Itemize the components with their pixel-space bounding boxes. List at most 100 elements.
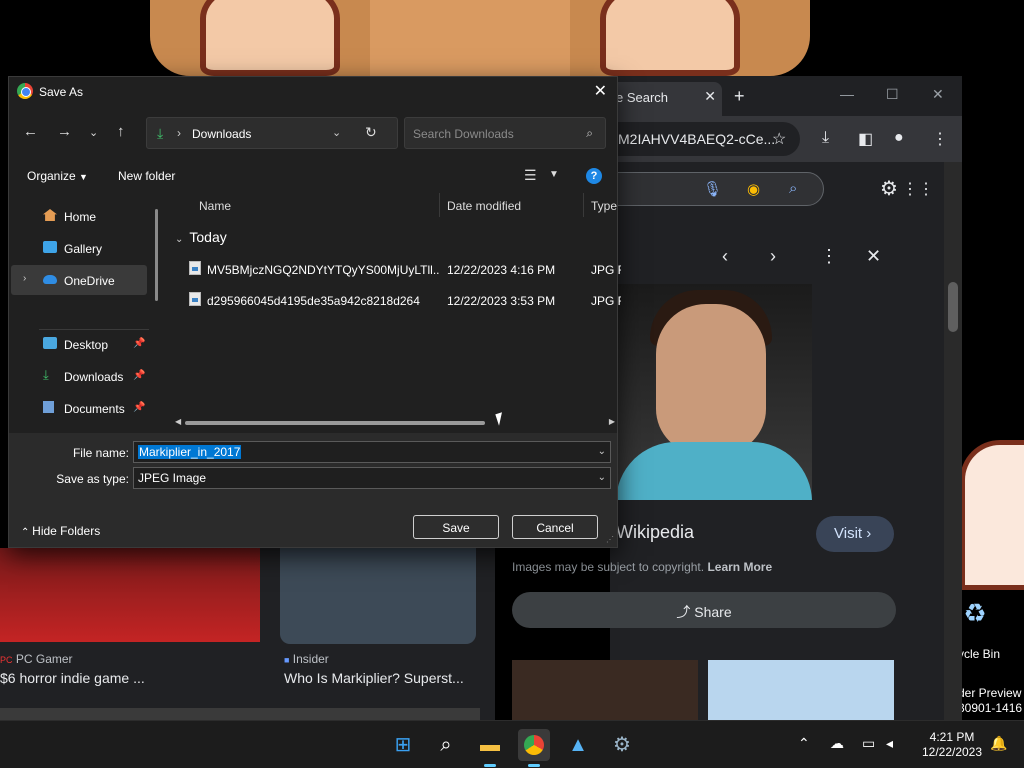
back-arrow-icon[interactable]: ← bbox=[23, 123, 38, 140]
learn-more-link[interactable]: Learn More bbox=[707, 560, 772, 574]
scrollbar-thumb[interactable] bbox=[185, 421, 485, 425]
tab-close-icon[interactable]: ✕ bbox=[704, 88, 716, 105]
profile-icon[interactable]: ● bbox=[894, 129, 904, 147]
settings-gear-icon[interactable]: ⚙ bbox=[606, 729, 638, 761]
sidebar-item-onedrive[interactable]: › OneDrive bbox=[11, 265, 147, 295]
cancel-button[interactable]: Cancel bbox=[512, 515, 598, 539]
apps-grid-icon[interactable]: ⋮⋮ bbox=[902, 179, 934, 199]
tab-google-search[interactable]: e Search ✕ bbox=[610, 82, 722, 116]
recycle-bin-label[interactable]: ycle Bin bbox=[958, 647, 1000, 661]
settings-gear-icon[interactable]: ⚙ bbox=[880, 176, 898, 201]
forward-arrow-icon[interactable]: → bbox=[57, 123, 72, 140]
bookmark-star-icon[interactable]: ☆ bbox=[772, 129, 786, 149]
help-icon[interactable]: ? bbox=[586, 168, 602, 184]
related-image[interactable] bbox=[512, 660, 698, 720]
recycle-bin-icon[interactable]: ♻ bbox=[958, 598, 992, 634]
new-tab-icon[interactable]: + bbox=[734, 86, 745, 107]
column-header-name[interactable]: Name bbox=[199, 199, 231, 213]
page-scrollbar[interactable] bbox=[944, 162, 962, 720]
maximize-icon[interactable]: ☐ bbox=[886, 86, 899, 103]
sidebar-item-downloads[interactable]: ⤓ Downloads 📌 bbox=[11, 361, 147, 391]
lens-icon[interactable]: ◉ bbox=[747, 180, 760, 198]
breadcrumb-folder[interactable]: Downloads bbox=[192, 127, 251, 141]
onedrive-icon[interactable]: ☁ bbox=[830, 735, 844, 752]
resize-grip-icon[interactable]: ⋰ bbox=[606, 535, 614, 544]
chevron-up-icon[interactable]: ⌃ bbox=[798, 735, 810, 752]
search-icon[interactable]: ⌕ bbox=[789, 180, 797, 197]
chevron-down-icon[interactable]: ▼ bbox=[549, 169, 559, 180]
file-row[interactable]: d295966045d4195de35a942c8218d264 12/22/2… bbox=[187, 288, 627, 312]
scroll-left-icon[interactable]: ◀ bbox=[175, 417, 181, 426]
file-explorer-icon[interactable]: ▬ bbox=[474, 729, 506, 767]
expand-icon[interactable]: › bbox=[23, 273, 26, 284]
clock[interactable]: 4:21 PM 12/22/2023 bbox=[916, 730, 988, 760]
insider-preview-label: der Preview bbox=[958, 686, 1022, 700]
recent-locations-icon[interactable]: ⌄ bbox=[89, 126, 98, 139]
download-icon[interactable]: ⤓ bbox=[822, 129, 829, 147]
sidebar-scrollbar[interactable] bbox=[155, 209, 158, 301]
result-source[interactable]: ■ Insider bbox=[284, 652, 329, 666]
dialog-titlebar[interactable]: Save As ✕ bbox=[9, 77, 617, 107]
collapse-icon[interactable]: ⌄ bbox=[175, 234, 183, 245]
chevron-down-icon[interactable]: ⌄ bbox=[598, 472, 606, 483]
hide-folders-button[interactable]: ⌃ Hide Folders bbox=[21, 524, 100, 538]
close-window-icon[interactable]: ✕ bbox=[932, 86, 944, 103]
notification-bell-icon[interactable]: 🔔 bbox=[990, 735, 1007, 752]
breadcrumb[interactable]: ⤓ › Downloads ⌄ bbox=[146, 117, 398, 149]
menu-icon[interactable]: ⋮ bbox=[932, 129, 948, 149]
preview-image[interactable] bbox=[616, 284, 812, 500]
sidebar-item-gallery[interactable]: Gallery bbox=[11, 233, 147, 263]
start-windows-icon[interactable]: ⊞ bbox=[387, 729, 419, 761]
page-search-box[interactable]: 🎙 ◉ ⌕ bbox=[610, 172, 824, 206]
view-options-icon[interactable]: ☰ bbox=[524, 167, 537, 184]
pin-icon[interactable]: 📌 bbox=[133, 370, 145, 381]
pin-icon[interactable]: 📌 bbox=[133, 338, 145, 349]
file-name-field[interactable]: Markiplier_in_2017 ⌄ bbox=[133, 441, 611, 463]
related-image[interactable] bbox=[708, 660, 894, 720]
scrollbar-thumb[interactable] bbox=[948, 282, 958, 332]
previous-icon[interactable]: ‹ bbox=[722, 246, 728, 267]
refresh-icon[interactable]: ↻ bbox=[365, 124, 377, 141]
organize-button[interactable]: Organize ▼ bbox=[27, 169, 88, 183]
column-divider[interactable] bbox=[439, 193, 440, 217]
column-header-type[interactable]: Type bbox=[591, 199, 617, 213]
close-icon[interactable]: ✕ bbox=[594, 81, 607, 101]
photos-icon[interactable]: ▲ bbox=[562, 729, 594, 761]
up-arrow-icon[interactable]: ↑ bbox=[117, 123, 125, 140]
result-title[interactable]: Who Is Markiplier? Superst... bbox=[284, 670, 464, 686]
side-panel-icon[interactable]: ◧ bbox=[858, 129, 873, 149]
column-divider[interactable] bbox=[583, 193, 584, 217]
sidebar-item-desktop[interactable]: Desktop 📌 bbox=[11, 329, 147, 359]
network-icon[interactable]: ▭ bbox=[862, 735, 875, 752]
chrome-taskbar-icon[interactable] bbox=[518, 729, 550, 767]
chevron-down-icon[interactable]: ⌄ bbox=[332, 126, 341, 139]
volume-icon[interactable]: ◂ bbox=[886, 735, 893, 752]
search-icon[interactable]: ⌕ bbox=[430, 729, 462, 761]
group-header-today[interactable]: ⌄ Today bbox=[175, 229, 227, 245]
save-type-select[interactable]: JPEG Image ⌄ bbox=[133, 467, 611, 489]
close-viewer-icon[interactable]: ✕ bbox=[866, 246, 881, 267]
sidebar-item-documents[interactable]: Documents 📌 bbox=[11, 393, 147, 423]
result-image-pcgamer[interactable] bbox=[0, 548, 260, 642]
taskbar: ⊞ ⌕ ▬ ▲ ⚙ ⌃ ☁ ▭ ◂ 4:21 PM 12/22/2023 🔔 bbox=[0, 720, 1024, 768]
sidebar-item-home[interactable]: Home bbox=[11, 201, 147, 231]
visit-button[interactable]: Visit › bbox=[816, 516, 894, 552]
horizontal-scrollbar[interactable]: ◀ ▶ bbox=[175, 417, 615, 429]
file-row[interactable]: MV5BMjczNGQ2NDYtYTQyYS00MjUyLTll... 12/2… bbox=[187, 257, 627, 281]
new-folder-button[interactable]: New folder bbox=[118, 169, 175, 183]
share-button[interactable]: ⤴ Share bbox=[512, 592, 896, 628]
pin-icon[interactable]: 📌 bbox=[133, 402, 145, 413]
more-options-icon[interactable]: ⋮ bbox=[820, 246, 838, 267]
save-button[interactable]: Save bbox=[413, 515, 499, 539]
source-title[interactable]: Wikipedia bbox=[616, 522, 694, 543]
search-input[interactable]: Search Downloads ⌕ bbox=[404, 117, 606, 149]
voice-search-icon[interactable]: 🎙 bbox=[703, 180, 722, 198]
scroll-right-icon[interactable]: ▶ bbox=[609, 417, 615, 426]
minimize-icon[interactable]: — bbox=[840, 86, 854, 102]
result-image-insider[interactable] bbox=[280, 548, 476, 644]
result-source[interactable]: PC PC Gamer bbox=[0, 652, 73, 666]
result-title[interactable]: $6 horror indie game ... bbox=[0, 670, 145, 686]
column-header-date[interactable]: Date modified bbox=[447, 199, 521, 213]
next-icon[interactable]: › bbox=[770, 246, 776, 267]
chevron-down-icon[interactable]: ⌄ bbox=[598, 446, 606, 457]
